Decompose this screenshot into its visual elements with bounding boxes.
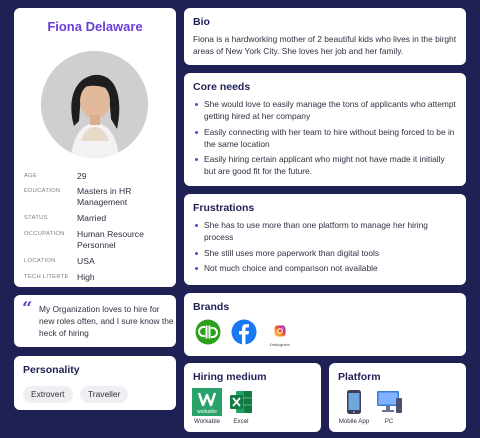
tool-label: Mobile App [338, 418, 370, 425]
attr-value: Married [77, 213, 107, 223]
core-needs-card: Core needs She would love to easily mana… [184, 73, 466, 186]
instagram-icon: Instagram [270, 324, 290, 347]
frustrations-title: Frustrations [193, 202, 255, 214]
platform-card: Platform Mobile App PC [329, 363, 466, 432]
avatar [41, 51, 148, 158]
hiring-medium-title: Hiring medium [193, 371, 267, 383]
attr-value: Human Resource Personnel [77, 229, 144, 250]
pc-tool: PC [374, 388, 404, 425]
excel-tool: Excel [229, 388, 253, 425]
attr-key: STATUS [24, 215, 48, 221]
bio-card: Bio Fiona is a hardworking mother of 2 b… [184, 8, 466, 65]
personality-title: Personality [23, 364, 80, 376]
excel-icon [229, 388, 253, 416]
personality-card: Personality Extrovert Traveller [14, 356, 176, 410]
hiring-medium-card: Hiring medium workable Workable Excel [184, 363, 321, 432]
quote-card: “ My Organization loves to hire for new … [14, 295, 176, 347]
personality-tag: Extrovert [23, 386, 73, 403]
instagram-wordmark: Instagram [270, 342, 290, 347]
attr-key: LOCATION [24, 258, 56, 264]
attr-value: USA [77, 256, 95, 266]
mobile-phone-icon [337, 388, 371, 416]
workable-icon: workable [192, 388, 222, 416]
avatar-photo [41, 51, 148, 158]
brands-card: Brands Instagram [184, 293, 466, 356]
profile-card: Fiona Delaware AGE 29 EDUCATION Masters … [14, 8, 176, 287]
tool-label: Excel [233, 418, 249, 425]
workable-wordmark: workable [196, 409, 217, 415]
bio-text: Fiona is a hardworking mother of 2 beaut… [193, 34, 457, 56]
facebook-icon [231, 319, 257, 350]
frustrations-list: She has to use more than one platform to… [193, 219, 458, 278]
persona-name: Fiona Delaware [47, 19, 143, 34]
platform-title: Platform [338, 371, 381, 383]
attr-value: High [77, 272, 95, 282]
brands-title: Brands [193, 301, 230, 313]
list-item: She would love to easily manage the tons… [193, 98, 458, 122]
quote-icon: “ [22, 298, 33, 319]
desktop-pc-icon [374, 388, 404, 416]
frustrations-card: Frustrations She has to use more than on… [184, 194, 466, 285]
quote-text: My Organization loves to hire for new ro… [39, 304, 174, 338]
list-item: She still uses more paperwork than digit… [193, 247, 458, 259]
tool-label: PC [384, 418, 394, 425]
tool-label: Workable [193, 418, 221, 425]
personality-tag: Traveller [80, 386, 129, 403]
quickbooks-icon [195, 319, 221, 350]
bio-title: Bio [193, 16, 210, 28]
workable-tool: workable Workable [192, 388, 222, 425]
attr-key: AGE [24, 173, 38, 179]
list-item: She has to use more than one platform to… [193, 219, 458, 243]
attr-key: OCCUPATION [24, 231, 65, 237]
attr-key: TECH LITERTE [24, 274, 69, 280]
core-needs-title: Core needs [193, 81, 251, 93]
list-item: Not much choice and comparison not avail… [193, 262, 458, 274]
attr-value: 29 [77, 171, 87, 181]
mobile-app-tool: Mobile App [337, 388, 371, 425]
attr-key: EDUCATION [24, 188, 61, 194]
list-item: Easily connecting with her team to hire … [193, 126, 458, 150]
core-needs-list: She would love to easily manage the tons… [193, 98, 458, 181]
attr-value: Masters in HR Management [77, 186, 132, 207]
list-item: Easily hiring certain applicant who migh… [193, 153, 458, 177]
